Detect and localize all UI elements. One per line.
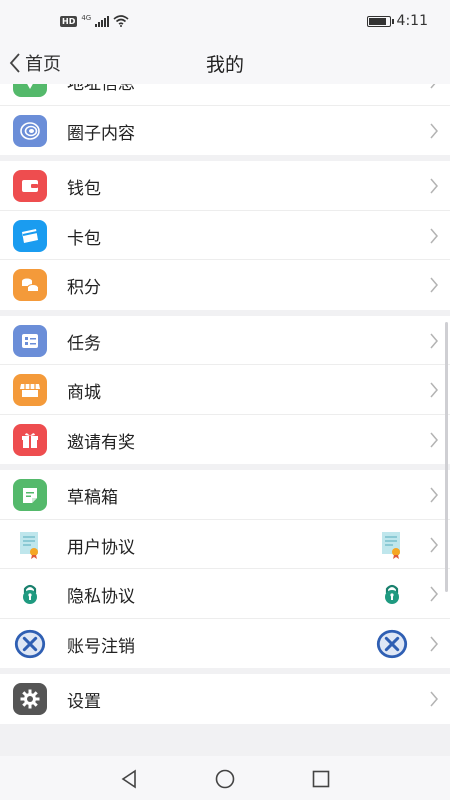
battery-icon: [366, 15, 394, 27]
menu-item-label: 任务: [67, 333, 101, 354]
menu-list[interactable]: 地址信息圈子内容钱包卡包积分任务商城邀请有奖草稿箱用户协议隐私协议账号注销设置: [0, 84, 450, 756]
menu-group: 任务 商城 邀请有奖: [0, 315, 450, 465]
location-icon: [13, 84, 47, 97]
menu-item-label: 积分: [67, 278, 101, 298]
chevron-right-icon: [430, 333, 438, 348]
menu-item-label: 草稿箱: [67, 488, 118, 508]
menu-item-label: 圈子内容: [67, 123, 135, 144]
menu-item[interactable]: 设置: [0, 674, 450, 724]
menu-item[interactable]: 圈子内容: [0, 106, 450, 156]
chevron-right-icon: [430, 277, 438, 293]
wallet-icon: [13, 170, 47, 202]
chevron-right-icon: [430, 586, 438, 602]
chevron-right-icon: [430, 228, 438, 243]
task-icon: [13, 324, 47, 357]
chevron-right-icon: [430, 432, 438, 447]
nav-bar: 首页 我的: [0, 44, 450, 84]
chevron-right-icon: [430, 178, 438, 194]
menu-group: 钱包 卡包 积分: [0, 161, 450, 310]
menu-item[interactable]: 用户协议: [0, 520, 450, 569]
chevron-right-icon: [430, 123, 438, 138]
menu-item[interactable]: 商城: [0, 365, 450, 415]
home-circle-icon[interactable]: [214, 768, 236, 790]
chevron-right-icon: [430, 636, 438, 651]
draft-icon: [13, 479, 47, 511]
chevron-right-icon: [430, 84, 436, 89]
network-type: 4G: [81, 14, 92, 22]
agreement-icon: [13, 529, 47, 561]
menu-item-label: 账号注销: [67, 636, 135, 657]
menu-group: 草稿箱用户协议隐私协议账号注销: [0, 470, 450, 668]
privacy-lock-icon: [375, 577, 409, 611]
cancel-account-icon: [375, 627, 409, 661]
hd-badge: HD: [60, 15, 78, 27]
battery-level: [368, 17, 386, 25]
menu-item-label: 商城: [67, 383, 101, 403]
status-icons-left: HD 4G: [60, 14, 129, 28]
status-time: 4:11: [396, 13, 428, 29]
menu-item-label: 卡包: [67, 228, 101, 249]
menu-item-label: 邀请有奖: [67, 432, 135, 453]
menu-item[interactable]: 地址信息: [0, 84, 450, 106]
circle-icon: [13, 114, 47, 147]
points-icon: [13, 269, 47, 301]
store-icon: [13, 374, 47, 406]
chevron-right-icon: [430, 691, 438, 707]
menu-item[interactable]: 任务: [0, 316, 450, 365]
menu-group: 地址信息 圈子内容: [0, 84, 450, 155]
gear-icon: [13, 683, 47, 715]
status-bar: HD 4G 4:11: [0, 0, 450, 44]
menu-item-label: 设置: [67, 692, 101, 712]
menu-item-label: 用户协议: [67, 537, 135, 558]
back-triangle-icon[interactable]: [118, 768, 140, 790]
menu-item[interactable]: 草稿箱: [0, 470, 450, 520]
signal-icon: [95, 15, 110, 27]
menu-item[interactable]: 隐私协议: [0, 569, 450, 619]
menu-item-label: 隐私协议: [67, 587, 135, 607]
gift-icon: [13, 423, 47, 456]
status-icons-right: 4:11: [366, 13, 428, 29]
chevron-right-icon: [430, 382, 438, 398]
agreement-icon: [375, 528, 409, 562]
menu-scroll: 地址信息圈子内容钱包卡包积分任务商城邀请有奖草稿箱用户协议隐私协议账号注销设置: [0, 84, 450, 730]
menu-group: 设置: [0, 674, 450, 724]
card-icon: [13, 219, 47, 252]
menu-item-label: 钱包: [67, 179, 101, 199]
scrollbar[interactable]: [445, 322, 448, 592]
chevron-right-icon: [430, 487, 438, 503]
menu-item[interactable]: 积分: [0, 260, 450, 310]
menu-item[interactable]: 钱包: [0, 161, 450, 211]
menu-item[interactable]: 卡包: [0, 211, 450, 260]
chevron-right-icon: [430, 537, 438, 552]
menu-item-label: 地址信息: [67, 84, 135, 94]
menu-item[interactable]: 邀请有奖: [0, 415, 450, 465]
cancel-account-icon: [13, 628, 47, 660]
privacy-lock-icon: [13, 578, 47, 610]
wifi-icon: [113, 15, 129, 27]
recents-square-icon[interactable]: [310, 768, 332, 790]
system-nav-bar: [0, 756, 450, 800]
menu-item[interactable]: 账号注销: [0, 619, 450, 669]
page-title: 我的: [205, 54, 244, 76]
